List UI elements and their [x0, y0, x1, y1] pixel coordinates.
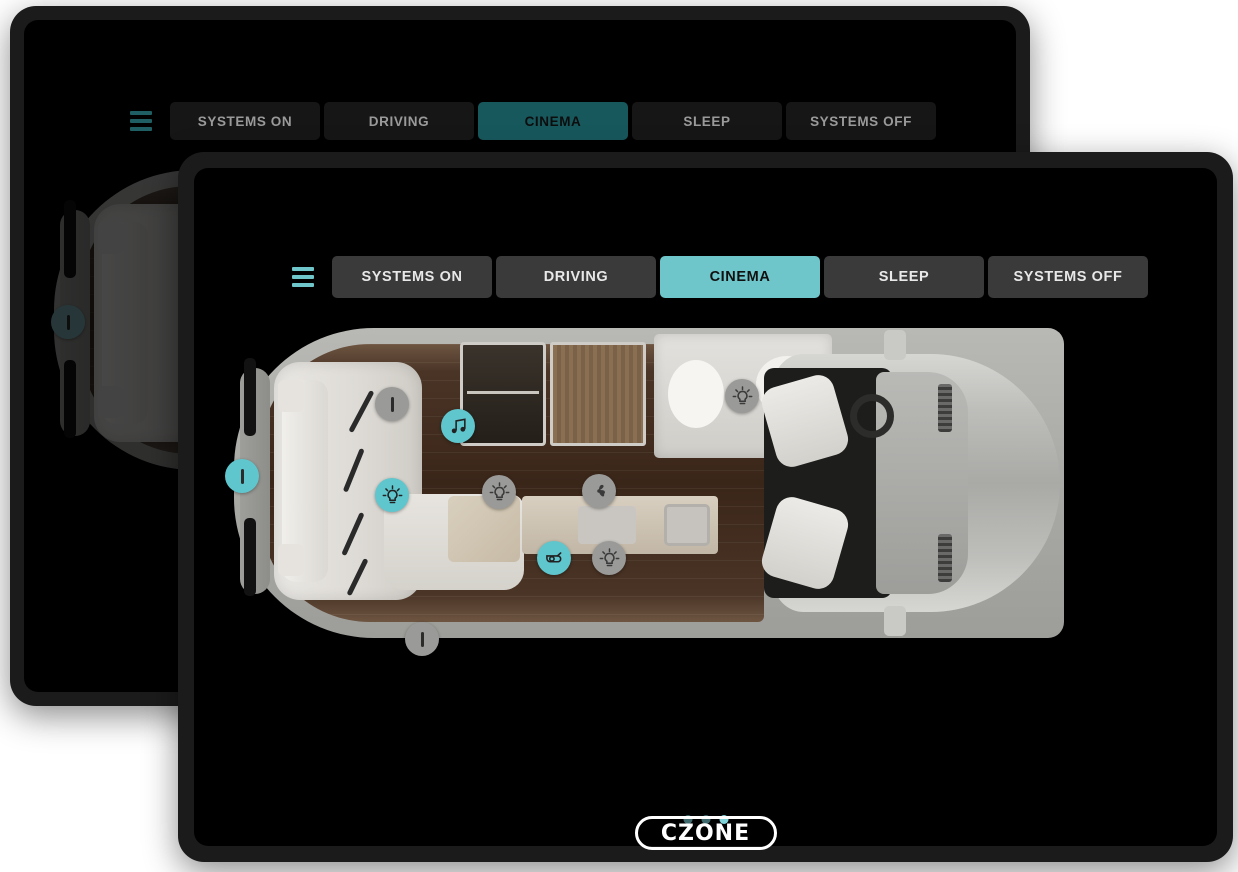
puck-galley-ceiling-light[interactable]: [482, 475, 516, 509]
toilet-fixture-front: [668, 360, 724, 428]
tab-cinema-back[interactable]: CINEMA: [478, 102, 628, 140]
hamburger-bar-3: [130, 127, 152, 131]
tab-driving[interactable]: DRIVING: [496, 256, 656, 298]
light-bulb-icon: [599, 547, 619, 566]
screenshot-stage: SYSTEMS ON DRIVING CINEMA SLEEP SYSTEMS …: [0, 0, 1238, 872]
kitchen-sink-front: [664, 504, 710, 546]
screen-front: SYSTEMS ON DRIVING CINEMA SLEEP SYSTEMS …: [194, 168, 1217, 846]
puck-lounge-light[interactable]: [375, 478, 409, 512]
czone-logo: CZONE: [634, 816, 777, 850]
tab-systems-off-back[interactable]: SYSTEMS OFF: [786, 102, 936, 140]
window-strip-lower: [64, 360, 76, 438]
light-bulb-icon: [489, 481, 509, 500]
hamburger-icon[interactable]: [124, 104, 158, 138]
seatbelt-3: [341, 512, 365, 557]
grille-vent-bottom-front: [938, 534, 952, 582]
puck-audio-music[interactable]: [441, 409, 475, 443]
sofa-pillow-top-front: [278, 380, 304, 412]
sofa-pillow-top: [98, 222, 124, 254]
steering-wheel-front: [850, 394, 894, 438]
sofa-pillow-bottom-front: [278, 544, 304, 576]
hamburger-icon[interactable]: [286, 260, 320, 294]
puck-lounge-power-upper[interactable]: [375, 387, 409, 421]
water-pump-icon: [546, 552, 562, 563]
wood-cabinet-front: [550, 342, 646, 446]
window-strip-upper-front: [244, 358, 256, 436]
fan-icon: [597, 484, 605, 497]
tab-bar-front: SYSTEMS ON DRIVING CINEMA SLEEP SYSTEMS …: [286, 256, 1148, 298]
light-bulb-icon: [382, 484, 402, 503]
stove-top-front: [578, 506, 636, 544]
seatbelt-4: [346, 558, 369, 597]
hamburger-bar-2: [130, 119, 152, 123]
hamburger-bar-3: [292, 283, 314, 287]
music-note-icon: [451, 417, 466, 433]
tab-sleep[interactable]: SLEEP: [824, 256, 984, 298]
cockpit-area-front: [758, 330, 1060, 636]
seatbelt-1: [348, 390, 375, 433]
light-bulb-icon: [732, 385, 752, 404]
hamburger-bar-1: [292, 267, 314, 271]
puck-ventilation-fan[interactable]: [582, 474, 616, 508]
power-bar-icon: [420, 631, 424, 647]
tab-cinema[interactable]: CINEMA: [660, 256, 820, 298]
power-bar-icon: [390, 396, 394, 412]
power-bar-icon: [240, 468, 244, 484]
window-strip-lower-front: [244, 518, 256, 596]
puck-water-pump[interactable]: [537, 541, 571, 575]
hamburger-bar-2: [292, 275, 314, 279]
power-bar-icon: [66, 314, 70, 330]
puck-exterior-power[interactable]: [405, 622, 439, 656]
tab-sleep-back[interactable]: SLEEP: [632, 102, 782, 140]
vehicle-hull-front: [225, 328, 1064, 656]
floor-plan-front: [225, 328, 1064, 656]
tab-driving-back[interactable]: DRIVING: [324, 102, 474, 140]
window-strip-upper: [64, 200, 76, 278]
mirror-left-front: [884, 330, 906, 360]
hamburger-bar-1: [130, 111, 152, 115]
tab-systems-off[interactable]: SYSTEMS OFF: [988, 256, 1148, 298]
puck-galley-task-light[interactable]: [592, 541, 626, 575]
grille-vent-top-front: [938, 384, 952, 432]
mirror-right-front: [884, 606, 906, 636]
puck-bathroom-light[interactable]: [725, 379, 759, 413]
tab-bar-back: SYSTEMS ON DRIVING CINEMA SLEEP SYSTEMS …: [124, 102, 936, 140]
tablet-device-front: SYSTEMS ON DRIVING CINEMA SLEEP SYSTEMS …: [178, 152, 1233, 862]
puck-lounge-power-left[interactable]: [225, 459, 259, 493]
floor-rug-front: [448, 496, 520, 562]
puck-lounge-power-left-back[interactable]: [51, 305, 85, 339]
seatbelt-2: [342, 448, 365, 493]
tab-systems-on[interactable]: SYSTEMS ON: [332, 256, 492, 298]
tab-systems-on-back[interactable]: SYSTEMS ON: [170, 102, 320, 140]
sofa-pillow-bottom: [98, 386, 124, 418]
